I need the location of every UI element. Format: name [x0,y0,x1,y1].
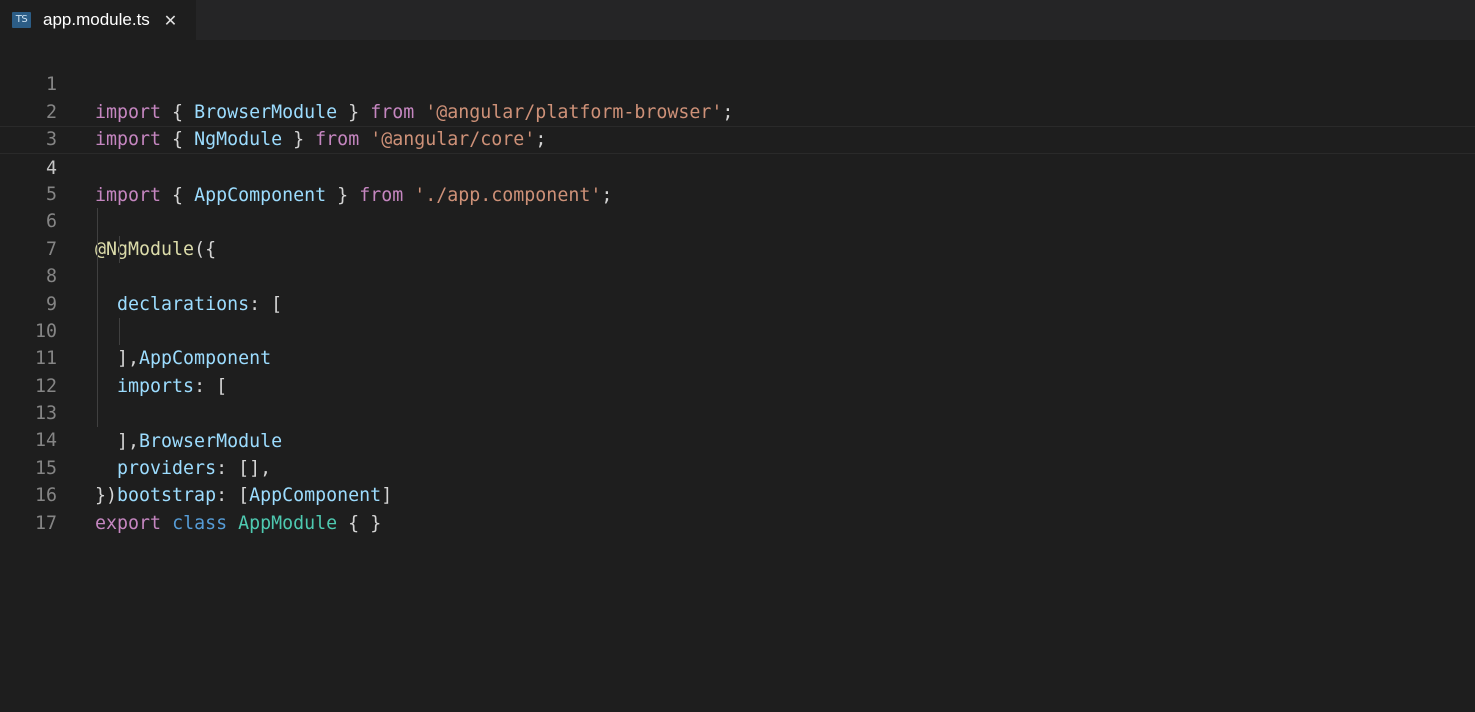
code-line: 11 BrowserModule [0,317,1475,452]
code-line: 14 bootstrap: [AppComponent] [0,400,1475,506]
tab-app-module[interactable]: TS app.module.ts ✕ [0,0,196,40]
close-icon[interactable]: ✕ [164,11,177,30]
class-name: AppModule [238,512,338,534]
typescript-file-icon: TS [12,12,31,28]
code-line: 6 @NgModule({ [0,181,1475,259]
code-line: 2 import { NgModule } from '@angular/cor… [0,71,1475,150]
line-number: 17 [34,512,57,534]
indent-guide [119,235,120,264]
code-editor[interactable]: TS app.module.ts ✕ 1 import { BrowserMod… [0,0,1475,712]
indent-guide [97,235,98,264]
storage-keyword: class [172,512,228,534]
code-line: 17 [0,482,1475,534]
code-line: 3 [0,99,1475,150]
indent-guide [97,345,98,373]
tab-title: app.module.ts [43,10,150,29]
code-line: 15 }) [0,427,1475,506]
indent-guide [97,400,98,428]
code-line: 13 providers: [], [0,372,1475,479]
indent-guide [97,290,98,318]
indent-guide [97,317,98,346]
code-line: 16 export class AppModule { } [0,455,1475,533]
code-line: 8 AppComponent [0,235,1475,369]
indent-guide [97,372,98,401]
code-line: 1 import { BrowserModule } from '@angula… [0,44,1475,122]
line-content: export class AppModule { } [95,512,382,534]
tab-bar: TS app.module.ts ✕ [0,0,1475,40]
keyword: export [95,512,162,534]
code-line: 9 ], [0,263,1475,369]
code-line: 12 ], [0,345,1475,452]
code-line: 5 [0,154,1475,205]
indent-guide [119,317,120,346]
indent-guide [97,263,98,291]
code-area[interactable]: 1 import { BrowserModule } from '@angula… [0,44,1475,712]
indent-guide [97,208,98,236]
code-line-current: 4 import { AppComponent } from './app.co… [0,126,1475,206]
code-line: 10 imports: [ [0,290,1475,397]
code-line: 7 declarations: [ [0,208,1475,315]
